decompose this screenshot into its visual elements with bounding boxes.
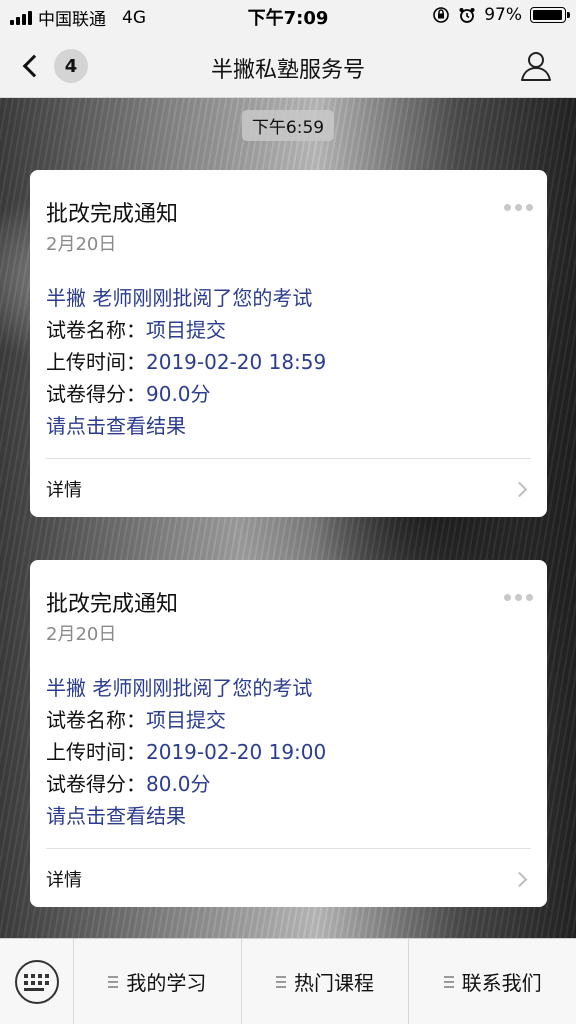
score-row: 试卷得分：90.0分: [46, 378, 326, 410]
detail-link[interactable]: 详情: [46, 466, 531, 512]
exam-name-label: 试卷名称：: [46, 318, 146, 342]
detail-link[interactable]: 详情: [46, 856, 531, 902]
score-row: 试卷得分：80.0分: [46, 768, 326, 800]
menu-label: 热门课程: [294, 971, 374, 995]
upload-time-label: 上传时间：: [46, 740, 146, 764]
card-title: 批改完成通知: [46, 202, 179, 227]
more-icon[interactable]: [504, 204, 533, 211]
message-timestamp: 下午6:59: [241, 110, 335, 141]
upload-time-value: 2019-02-20 19:00: [146, 740, 327, 764]
battery-icon: [530, 7, 570, 23]
upload-time-row: 上传时间：2019-02-20 18:59: [46, 346, 326, 378]
exam-name-value: 项目提交: [146, 318, 226, 342]
menu-lines-icon: [108, 975, 119, 988]
menu-label: 我的学习: [126, 971, 207, 995]
exam-name-row: 试卷名称：项目提交: [46, 314, 326, 346]
menu-contact-us[interactable]: 联系我们: [409, 939, 576, 1024]
chevron-right-icon: [511, 481, 528, 497]
score-value: 90.0分: [146, 382, 211, 406]
menu-lines-icon: [443, 975, 454, 988]
score-label: 试卷得分：: [46, 772, 146, 796]
card-body: 半撇 老师刚刚批阅了您的考试 试卷名称：项目提交 上传时间：2019-02-20…: [46, 282, 326, 442]
exam-name-value: 项目提交: [146, 708, 226, 732]
person-icon[interactable]: [518, 48, 554, 84]
card-intro: 半撇 老师刚刚批阅了您的考试: [46, 676, 313, 700]
upload-time-label: 上传时间：: [46, 350, 146, 374]
menu-popular-courses[interactable]: 热门课程: [242, 939, 410, 1024]
upload-time-value: 2019-02-20 18:59: [146, 350, 327, 374]
card-date: 2月20日: [46, 624, 117, 645]
menu-my-study[interactable]: 我的学习: [74, 939, 242, 1024]
chevron-right-icon: [511, 871, 528, 887]
view-result-text: 请点击查看结果: [46, 414, 186, 438]
bottom-menu: 我的学习 热门课程 联系我们: [0, 938, 576, 1024]
status-bar: 中国联通 4G 下午7:09 97%: [0, 0, 576, 34]
status-right: 97%: [432, 5, 570, 25]
notification-card[interactable]: 批改完成通知 2月20日 半撇 老师刚刚批阅了您的考试 试卷名称：项目提交 上传…: [30, 170, 547, 517]
score-value: 80.0分: [146, 772, 211, 796]
chat-title: 半撇私塾服务号: [210, 58, 365, 83]
card-divider: [46, 848, 531, 849]
keyboard-icon: [14, 960, 59, 1004]
battery-fill: [533, 10, 563, 20]
exam-name-row: 试卷名称：项目提交: [46, 704, 326, 736]
menu-lines-icon: [276, 975, 286, 988]
score-label: 试卷得分：: [46, 382, 146, 406]
battery-percent: 97%: [484, 5, 522, 25]
alarm-icon: [459, 8, 475, 23]
card-date: 2月20日: [46, 234, 117, 255]
card-divider: [46, 458, 531, 459]
view-result-text: 请点击查看结果: [46, 804, 186, 828]
exam-name-label: 试卷名称：: [46, 708, 146, 732]
keyboard-toggle-button[interactable]: [0, 939, 74, 1024]
card-body: 半撇 老师刚刚批阅了您的考试 试卷名称：项目提交 上传时间：2019-02-20…: [46, 672, 326, 832]
card-title: 批改完成通知: [46, 592, 179, 617]
chat-area[interactable]: 下午6:59 批改完成通知 2月20日 半撇 老师刚刚批阅了您的考试 试卷名称：…: [0, 98, 576, 938]
more-icon[interactable]: [504, 594, 533, 601]
orientation-lock-icon: [433, 7, 450, 23]
card-intro: 半撇 老师刚刚批阅了您的考试: [46, 286, 313, 310]
detail-label: 详情: [46, 480, 82, 501]
nav-bar: 4 半撇私塾服务号: [0, 34, 576, 98]
upload-time-row: 上传时间：2019-02-20 19:00: [46, 736, 326, 768]
detail-label: 详情: [46, 870, 82, 891]
menu-label: 联系我们: [461, 971, 542, 995]
notification-card[interactable]: 批改完成通知 2月20日 半撇 老师刚刚批阅了您的考试 试卷名称：项目提交 上传…: [30, 560, 547, 907]
